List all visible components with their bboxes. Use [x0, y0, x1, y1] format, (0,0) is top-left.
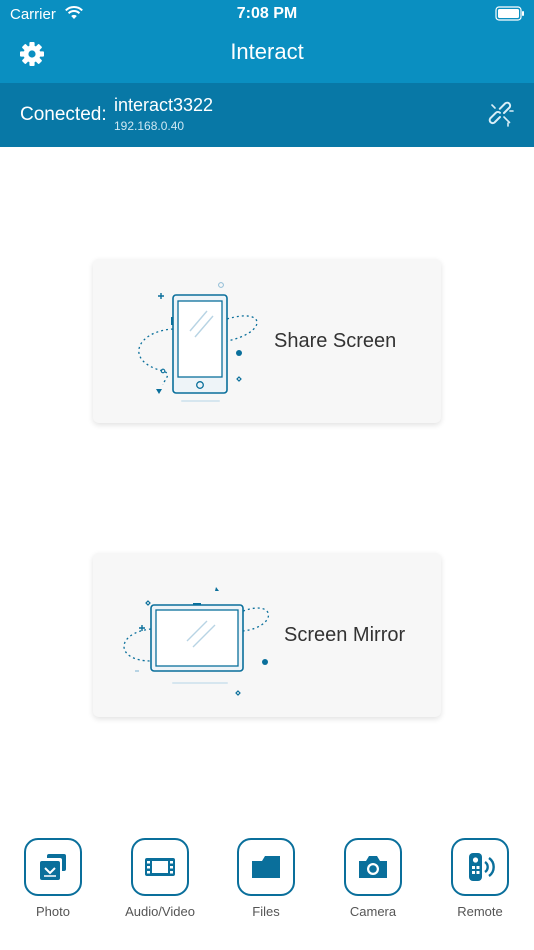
camera-icon [359, 856, 387, 878]
tab-files[interactable]: Files [226, 838, 306, 919]
disconnect-link-icon[interactable] [488, 101, 516, 129]
status-time: 7:08 PM [236, 5, 298, 22]
tab-remote-button[interactable] [451, 838, 509, 896]
share-screen-label: Share Screen [274, 330, 397, 352]
tab-photo-button[interactable] [24, 838, 82, 896]
film-icon [145, 858, 175, 876]
bottom-tab-bar: Photo Audio/Video Files Camera Remote [0, 830, 534, 950]
remote-icon [469, 853, 495, 881]
tab-remote-label: Remote [457, 904, 503, 919]
tab-photo-label: Photo [36, 904, 70, 919]
tab-audio-video[interactable]: Audio/Video [120, 838, 200, 919]
tab-camera-button[interactable] [344, 838, 402, 896]
tab-remote[interactable]: Remote [440, 838, 520, 919]
folder-icon [252, 856, 280, 878]
share-screen-card[interactable]: Share Screen [93, 259, 441, 423]
tab-audio-video-button[interactable] [131, 838, 189, 896]
tablet-illustration-icon [123, 587, 270, 696]
screen-mirror-label: Screen Mirror [284, 624, 406, 646]
tab-files-label: Files [252, 904, 280, 919]
tab-photo[interactable]: Photo [13, 838, 93, 919]
tab-files-button[interactable] [237, 838, 295, 896]
phone-illustration-icon [138, 282, 258, 402]
tab-camera[interactable]: Camera [333, 838, 413, 919]
connection-label: Conected: [20, 104, 107, 125]
tab-audio-video-label: Audio/Video [125, 904, 195, 919]
connection-bar: Conected: interact3322 192.168.0.40 [0, 83, 534, 147]
battery-icon [495, 6, 524, 21]
photo-icon [40, 854, 66, 880]
app-header: Carrier 7:08 PM Interact [0, 0, 534, 83]
screen-mirror-card[interactable]: Screen Mirror [93, 553, 441, 717]
device-name: interact3322 [114, 95, 214, 115]
tab-camera-label: Camera [349, 904, 397, 919]
status-bar: Carrier 7:08 PM [0, 0, 534, 28]
device-ip: 192.168.0.40 [114, 119, 185, 133]
page-title: Interact [230, 39, 304, 64]
